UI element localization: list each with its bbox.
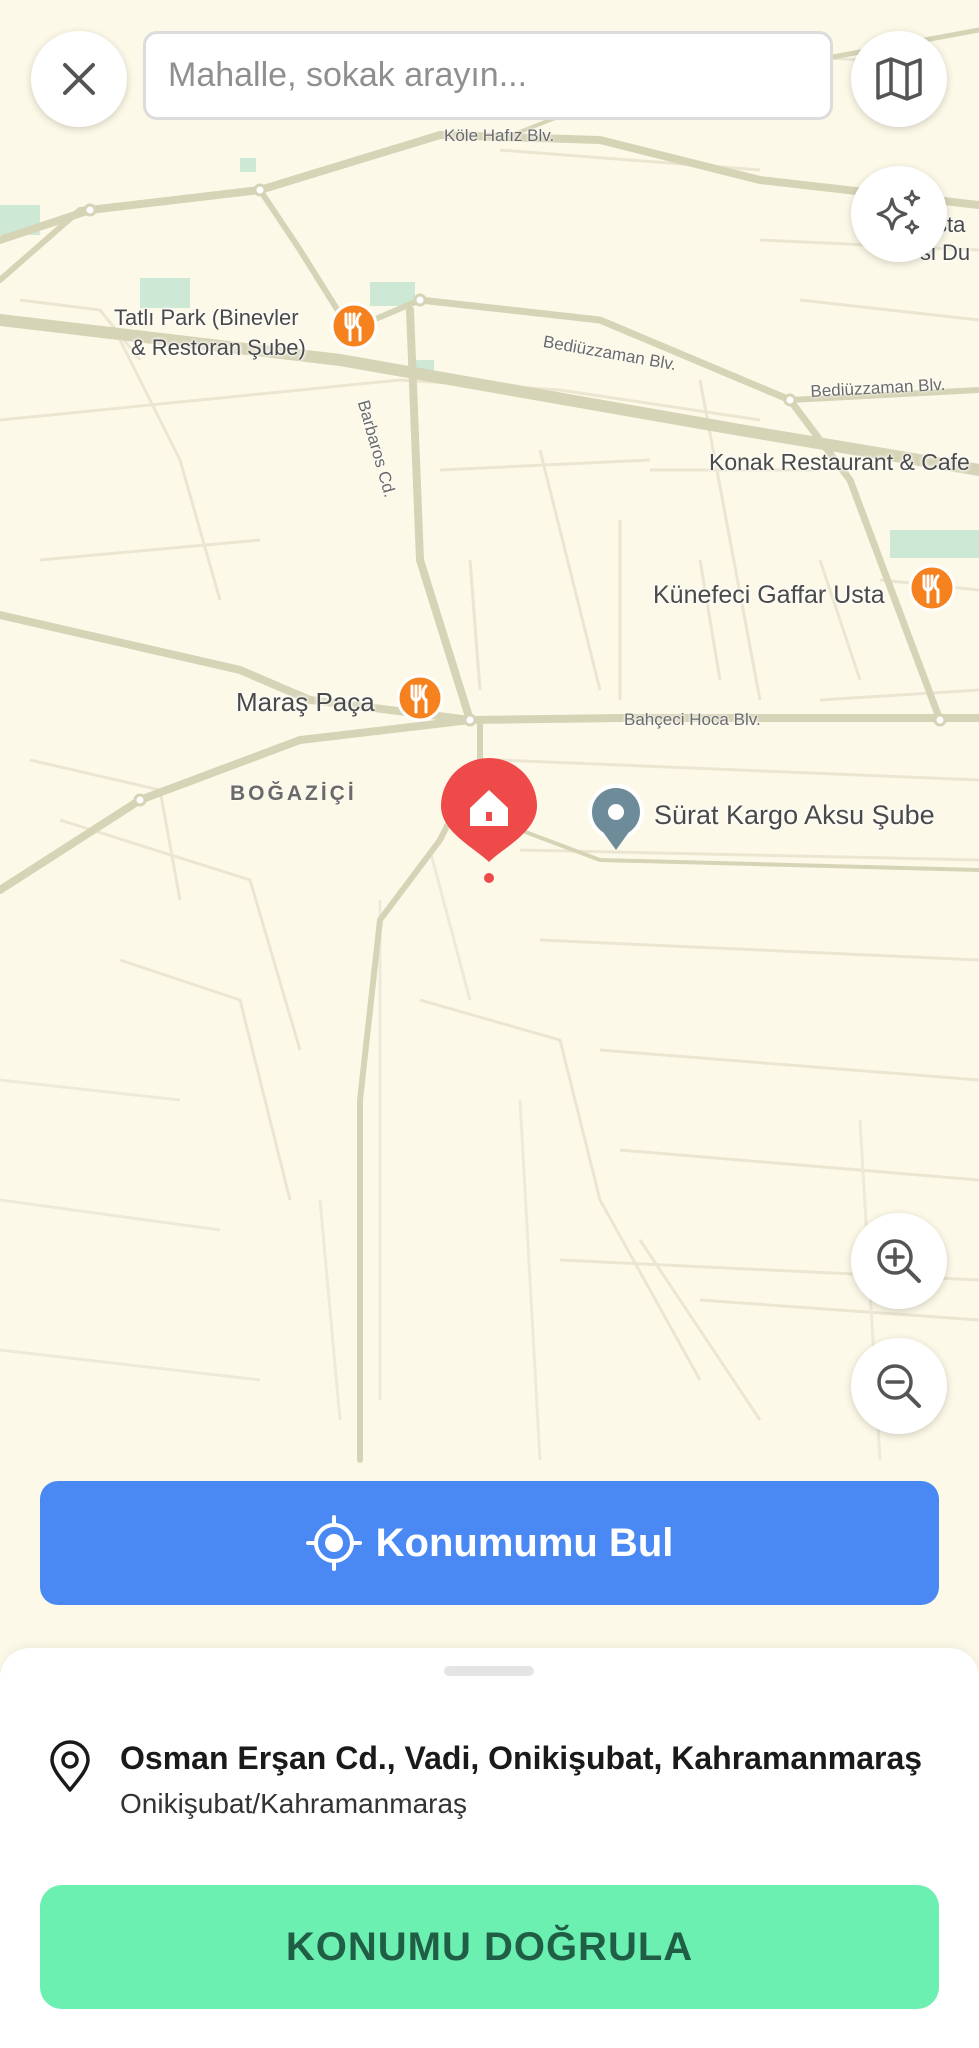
street-label-bahceci-hoca: Bahçeci Hoca Blv. [624,710,761,729]
map-icon [876,57,922,101]
fork-knife-icon [908,564,956,612]
map-type-button[interactable] [851,31,947,127]
address-bottom-sheet: Osman Erşan Cd., Vadi, Onikişubat, Kahra… [0,1648,979,2048]
find-my-location-label: Konumumu Bul [375,1520,674,1565]
ai-suggest-button[interactable] [851,166,947,262]
place-label-surat-kargo[interactable]: Sürat Kargo Aksu Şube [654,800,935,831]
confirm-location-button[interactable]: KONUMU DOĞRULA [40,1885,939,2009]
sheet-drag-handle[interactable] [444,1666,534,1676]
poi-pin-restaurant-tatli-park[interactable] [330,302,378,358]
search-input[interactable] [166,55,810,96]
poi-pin-restaurant-kunefeci[interactable] [908,564,956,620]
place-label-tatli-park-1[interactable]: Tatlı Park (Binevler [114,305,299,331]
sparkle-icon [876,189,921,235]
crosshair-icon [305,1515,362,1571]
confirm-location-label: KONUMU DOĞRULA [285,1924,694,1969]
search-field[interactable] [143,31,833,120]
street-label-kole-hafiz: Köle Hafız Blv. [444,126,555,145]
place-label-kunefeci[interactable]: Künefeci Gaffar Usta [653,581,885,610]
close-button[interactable] [31,31,127,127]
find-my-location-button[interactable]: Konumumu Bul [40,1481,939,1605]
zoom-out-icon [877,1364,921,1408]
zoom-in-button[interactable] [851,1213,947,1309]
poi-pin-restaurant-maras-paca[interactable] [396,674,444,730]
zoom-out-button[interactable] [851,1338,947,1434]
zoom-in-icon [877,1239,921,1283]
place-label-tatli-park-2[interactable]: & Restoran Şube) [131,335,306,361]
address-subtitle: Onikişubat/Kahramanmaraş [120,1788,468,1819]
place-label-konak[interactable]: Konak Restaurant & Cafe [709,449,970,476]
place-label-maras-paca[interactable]: Maraş Paça [236,687,375,718]
location-pin-icon [50,1740,90,1792]
fork-knife-icon [396,674,444,722]
fork-knife-icon [330,302,378,350]
district-label: BOĞAZİÇİ [230,782,357,805]
close-icon [63,63,95,95]
address-title: Osman Erşan Cd., Vadi, Onikişubat, Kahra… [120,1740,923,1776]
